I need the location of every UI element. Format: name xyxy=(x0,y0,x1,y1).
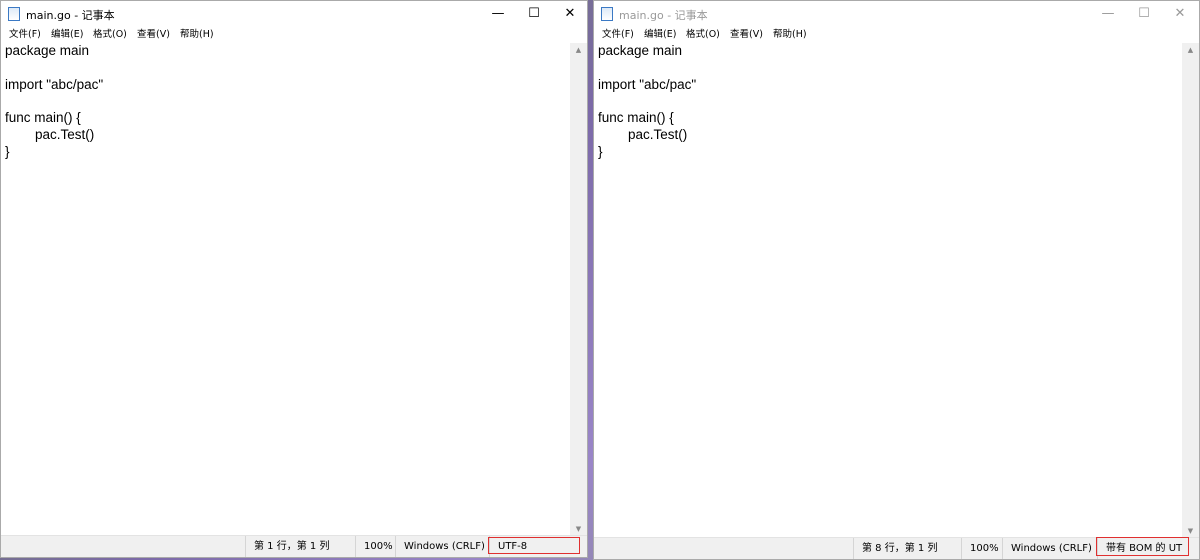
menu-file[interactable]: 文件(F) xyxy=(9,27,41,42)
vertical-scrollbar[interactable]: ▲ ▼ xyxy=(570,43,587,536)
text-editor[interactable]: package main import "abc/pac" func main(… xyxy=(598,43,1181,537)
menu-edit[interactable]: 编辑(E) xyxy=(644,27,676,42)
maximize-button[interactable]: ☐ xyxy=(516,1,552,27)
maximize-button[interactable]: ☐ xyxy=(1126,1,1162,27)
notepad-window-left[interactable]: main.go - 记事本 — ☐ ✕ 文件(F) 编辑(E) 格式(O) 查看… xyxy=(0,0,588,558)
encoding-highlight-box xyxy=(488,537,580,554)
scroll-up-arrow-icon[interactable]: ▲ xyxy=(570,43,587,57)
menu-view[interactable]: 查看(V) xyxy=(730,27,763,42)
title-bar[interactable]: main.go - 记事本 — ☐ ✕ xyxy=(1,1,587,27)
scroll-down-arrow-icon[interactable]: ▼ xyxy=(1182,524,1199,538)
title-bar[interactable]: main.go - 记事本 — ☐ ✕ xyxy=(594,1,1199,27)
menu-format[interactable]: 格式(O) xyxy=(686,27,720,42)
window-title: main.go - 记事本 xyxy=(26,9,115,22)
close-button[interactable]: ✕ xyxy=(552,1,587,27)
cursor-position: 第 8 行，第 1 列 xyxy=(853,538,961,559)
line-ending: Windows (CRLF) xyxy=(1002,538,1097,559)
notepad-window-right[interactable]: main.go - 记事本 — ☐ ✕ 文件(F) 编辑(E) 格式(O) 查看… xyxy=(593,0,1200,560)
zoom-level: 100% xyxy=(961,538,1002,559)
notepad-icon xyxy=(601,7,613,21)
scroll-up-arrow-icon[interactable]: ▲ xyxy=(1182,43,1199,57)
menu-edit[interactable]: 编辑(E) xyxy=(51,27,83,42)
minimize-button[interactable]: — xyxy=(480,1,516,27)
minimize-button[interactable]: — xyxy=(1090,1,1126,27)
window-title: main.go - 记事本 xyxy=(619,9,708,22)
menu-help[interactable]: 帮助(H) xyxy=(180,27,214,42)
menu-format[interactable]: 格式(O) xyxy=(93,27,127,42)
menu-help[interactable]: 帮助(H) xyxy=(773,27,807,42)
menu-file[interactable]: 文件(F) xyxy=(602,27,634,42)
text-editor[interactable]: package main import "abc/pac" func main(… xyxy=(5,43,569,535)
encoding-highlight-box xyxy=(1096,537,1189,556)
menu-bar: 文件(F) 编辑(E) 格式(O) 查看(V) 帮助(H) xyxy=(594,27,1199,42)
notepad-icon xyxy=(8,7,20,21)
zoom-level: 100% xyxy=(355,536,395,557)
scroll-down-arrow-icon[interactable]: ▼ xyxy=(570,522,587,536)
menu-view[interactable]: 查看(V) xyxy=(137,27,170,42)
close-button[interactable]: ✕ xyxy=(1162,1,1198,27)
menu-bar: 文件(F) 编辑(E) 格式(O) 查看(V) 帮助(H) xyxy=(1,27,587,42)
cursor-position: 第 1 行，第 1 列 xyxy=(245,536,355,557)
line-ending: Windows (CRLF) xyxy=(395,536,489,557)
vertical-scrollbar[interactable]: ▲ ▼ xyxy=(1182,43,1199,538)
